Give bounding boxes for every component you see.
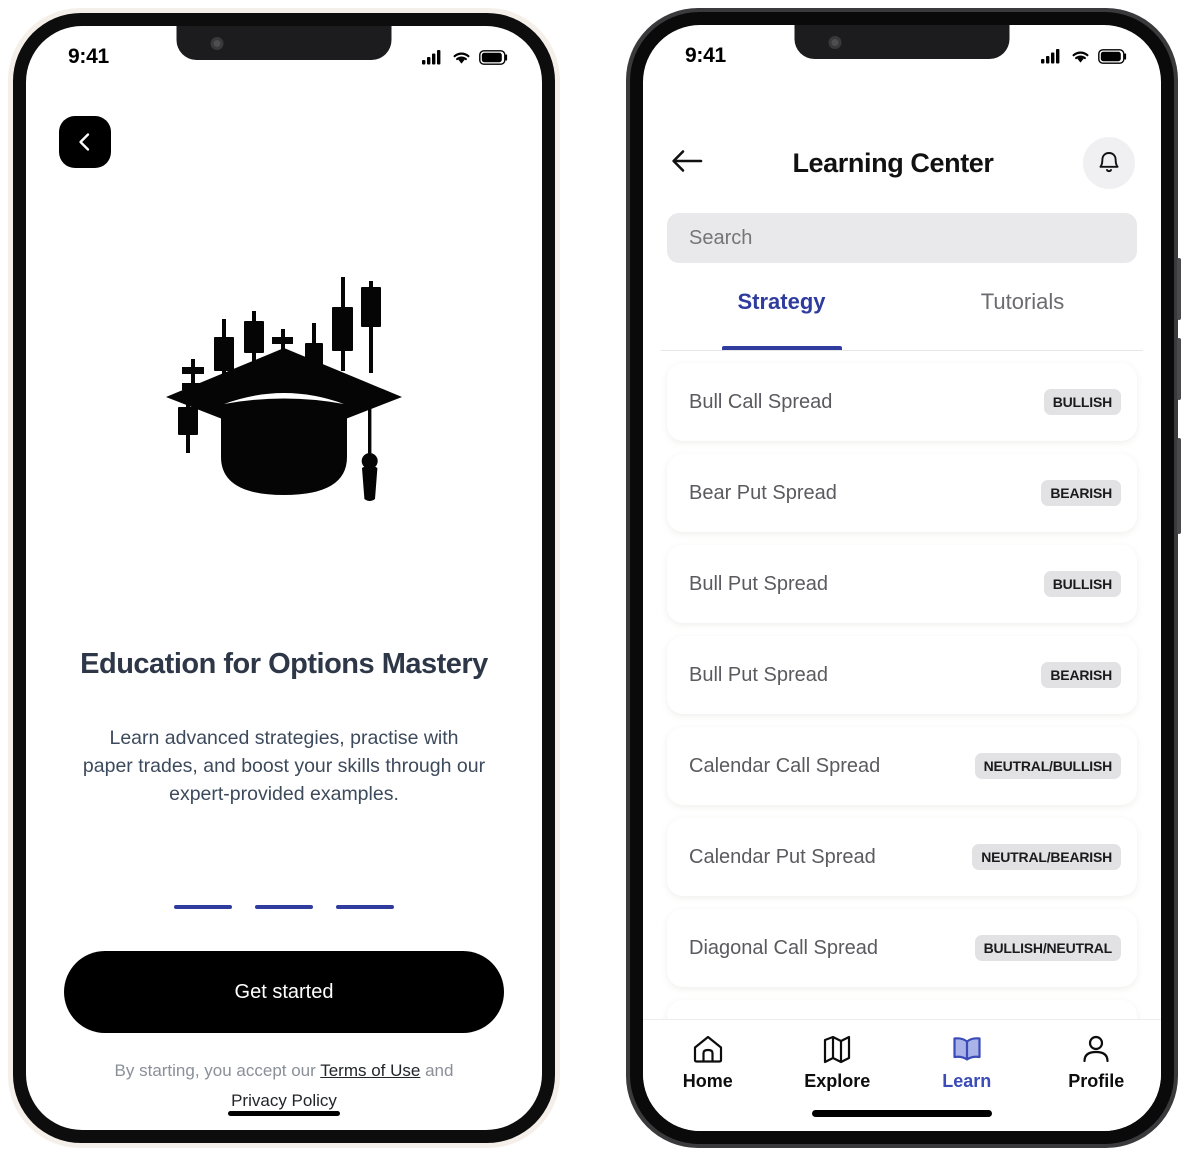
strategy-name: Bull Call Spread (689, 390, 833, 413)
strategy-name: Bull Put Spread (689, 572, 828, 595)
page-title: Education for Options Mastery (80, 648, 488, 680)
nav-label: Profile (1068, 1071, 1125, 1091)
status-badge: NEUTRAL/BEARISH (972, 844, 1121, 870)
nav-label: Home (682, 1071, 733, 1091)
status-time: 9:41 (685, 44, 726, 67)
status-badge: BEARISH (1041, 480, 1121, 506)
list-item[interactable]: Bull Put Spread BEARISH (667, 636, 1137, 714)
right-phone-frame: 9:41 Learning Center Search Strategy Tut… (626, 8, 1181, 1148)
pagination-indicator[interactable] (26, 905, 542, 909)
strategy-list[interactable]: Bull Call Spread BULLISH Bear Put Spread… (643, 355, 1161, 1019)
book-icon (953, 1037, 981, 1061)
back-button[interactable] (671, 148, 703, 179)
bell-icon (1099, 152, 1119, 173)
nav-item-profile[interactable]: Profile (1032, 1034, 1162, 1131)
cellular-signal-icon (422, 50, 441, 65)
cellular-signal-icon (1041, 49, 1060, 64)
search-input[interactable] (667, 213, 1137, 263)
tab-tutorials[interactable]: Tutorials (902, 283, 1143, 350)
terms-of-use-link[interactable]: Terms of Use (320, 1061, 420, 1080)
front-camera-icon (828, 36, 842, 49)
strategy-name: Calendar Call Spread (689, 754, 881, 777)
chevron-left-icon (79, 133, 90, 151)
status-badge: BULLISH (1043, 389, 1121, 415)
legal-middle: and (420, 1061, 454, 1080)
list-item[interactable]: Bull Call Spread BULLISH (667, 363, 1137, 441)
power-button[interactable] (1177, 438, 1181, 534)
list-item[interactable]: Calendar Put Spread NEUTRAL/BEARISH (667, 818, 1137, 896)
front-camera-icon (210, 37, 224, 50)
wifi-icon (1072, 51, 1089, 63)
home-icon (693, 1035, 722, 1063)
battery-icon (1098, 48, 1127, 64)
status-time: 9:41 (68, 45, 109, 68)
status-badge: BEARISH (1041, 662, 1121, 688)
nav-label: Explore (804, 1071, 871, 1091)
right-phone-bezel: 9:41 Learning Center Search Strategy Tut… (630, 12, 1174, 1144)
page-subtitle: Learn advanced strategies, practise with… (82, 727, 486, 805)
pagination-dot-2[interactable] (255, 905, 313, 909)
status-icons (1041, 48, 1127, 64)
left-phone-bezel: 9:41 Education for Options Mastery Learn… (13, 13, 555, 1143)
get-started-button[interactable]: Get started (64, 951, 504, 1033)
battery-icon (479, 49, 508, 65)
status-icons (422, 49, 508, 65)
arrow-left-icon (672, 149, 703, 172)
legal-text: By starting, you accept our Terms of Use… (66, 1056, 502, 1116)
list-item[interactable]: Diagonal Put Spread BEARISH/NEUTRAL (667, 1000, 1137, 1019)
nav-label: Learn (942, 1071, 992, 1091)
nav-header: Learning Center (643, 133, 1161, 193)
strategy-name: Calendar Put Spread (689, 845, 876, 868)
home-indicator[interactable] (228, 1111, 340, 1116)
notifications-button[interactable] (1083, 137, 1135, 189)
left-phone-frame: 9:41 Education for Options Mastery Learn… (8, 8, 560, 1148)
status-badge: NEUTRAL/BULLISH (974, 753, 1121, 779)
volume-up-button[interactable] (1177, 258, 1181, 320)
learning-center-screen: 9:41 Learning Center Search Strategy Tut… (643, 25, 1161, 1131)
legal-prefix: By starting, you accept our (114, 1061, 321, 1080)
pagination-dot-1[interactable] (174, 905, 232, 909)
list-item[interactable]: Bull Put Spread BULLISH (667, 545, 1137, 623)
volume-down-button[interactable] (1177, 338, 1181, 400)
wifi-icon (453, 52, 470, 64)
tab-bar: Strategy Tutorials (661, 283, 1143, 351)
pagination-dot-3[interactable] (336, 905, 394, 909)
map-icon (824, 1035, 851, 1064)
graduation-cap-candlestick-illustration (26, 271, 542, 506)
status-badge: BULLISH/NEUTRAL (974, 935, 1121, 961)
page-title: Learning Center (792, 147, 994, 178)
person-icon (1083, 1035, 1109, 1063)
strategy-name: Diagonal Call Spread (689, 936, 879, 959)
status-badge: BULLISH (1043, 571, 1121, 597)
nav-item-home[interactable]: Home (643, 1034, 773, 1131)
back-button[interactable] (59, 116, 111, 168)
home-indicator[interactable] (812, 1110, 992, 1117)
strategy-name: Bull Put Spread (689, 663, 828, 686)
notch (794, 25, 1010, 59)
tab-strategy[interactable]: Strategy (661, 283, 902, 350)
onboarding-screen: 9:41 Education for Options Mastery Learn… (26, 26, 542, 1130)
list-item[interactable]: Calendar Call Spread NEUTRAL/BULLISH (667, 727, 1137, 805)
notch (176, 26, 392, 60)
strategy-name: Bear Put Spread (689, 481, 837, 504)
list-item[interactable]: Bear Put Spread BEARISH (667, 454, 1137, 532)
list-item[interactable]: Diagonal Call Spread BULLISH/NEUTRAL (667, 909, 1137, 987)
